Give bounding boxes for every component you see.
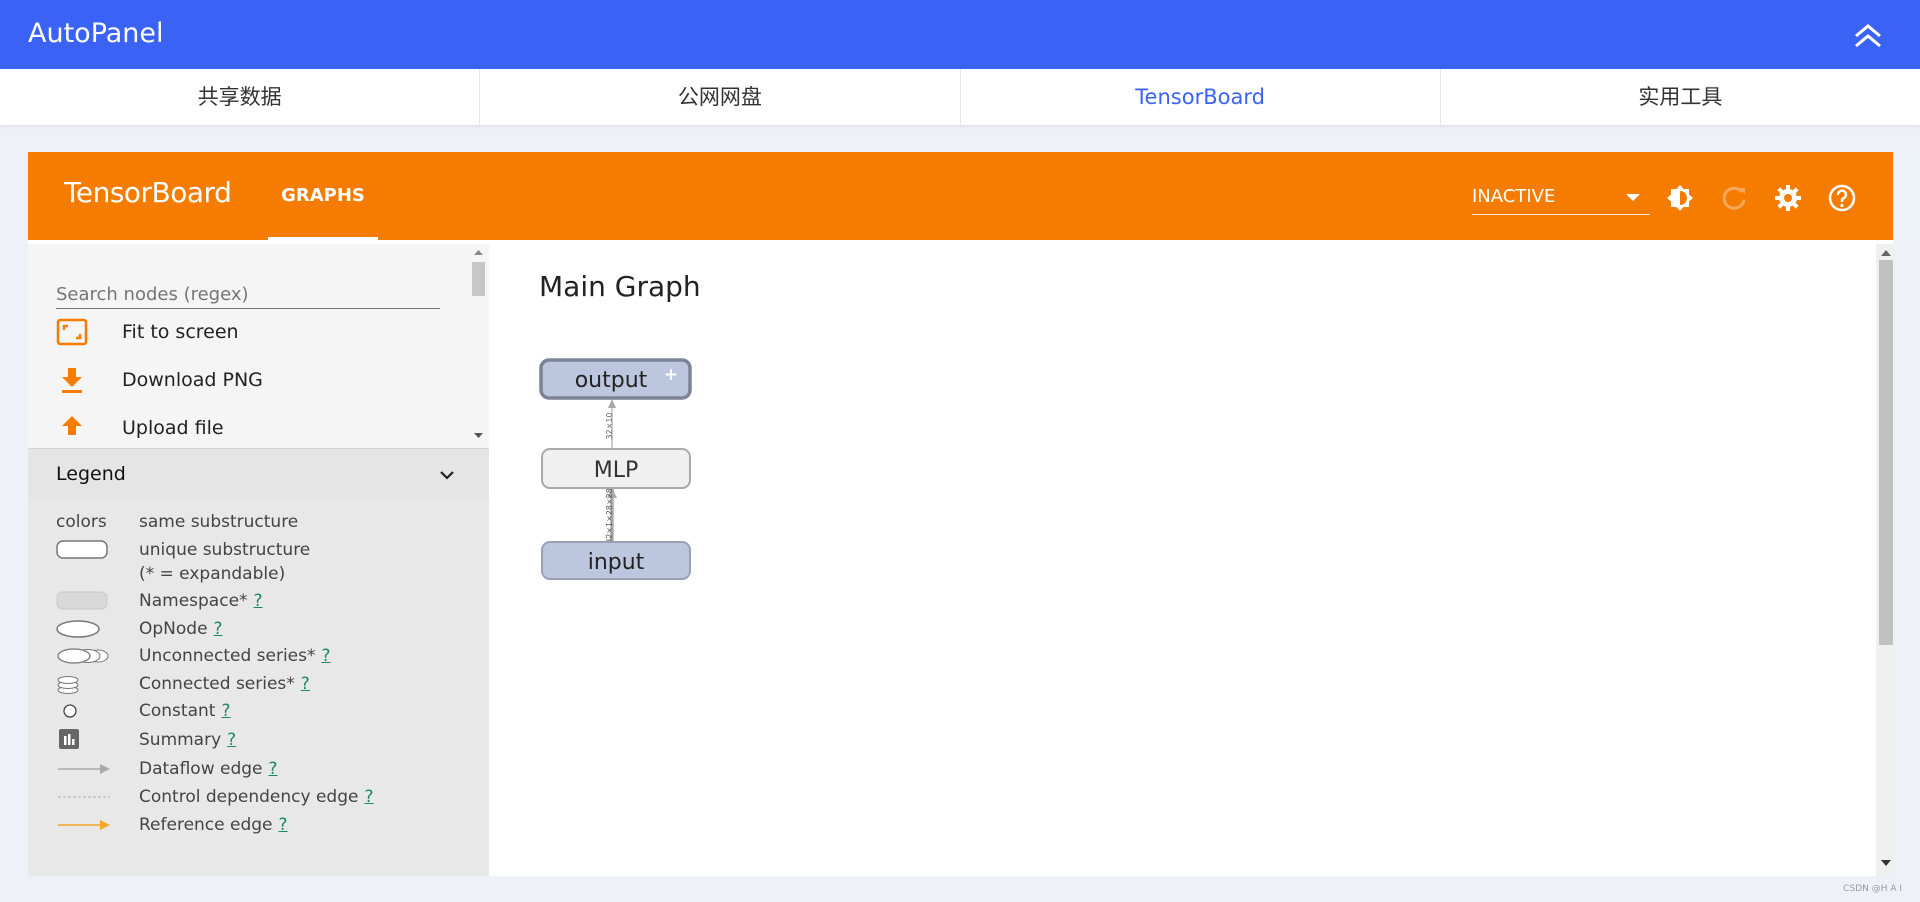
active-tab-indicator bbox=[268, 237, 378, 240]
reload-icon[interactable] bbox=[1718, 182, 1750, 214]
upload-file-button[interactable]: Upload file bbox=[56, 410, 224, 446]
help-icon[interactable] bbox=[1826, 182, 1858, 214]
fit-to-screen-button[interactable]: Fit to screen bbox=[56, 314, 239, 350]
run-dropdown[interactable]: INACTIVE bbox=[1472, 182, 1650, 215]
tab-tools[interactable]: 实用工具 bbox=[1441, 69, 1920, 125]
legend-label: (* = expandable) bbox=[139, 564, 286, 584]
chevron-down-icon bbox=[1626, 194, 1640, 201]
legend-label: Summary bbox=[139, 730, 222, 750]
tensorboard-toolbar: TensorBoard GRAPHS INACTIVE bbox=[28, 152, 1893, 240]
help-link[interactable]: ? bbox=[214, 619, 223, 639]
download-png-button[interactable]: Download PNG bbox=[56, 362, 263, 398]
help-link[interactable]: ? bbox=[364, 787, 373, 807]
run-dropdown-value: INACTIVE bbox=[1472, 186, 1556, 207]
edge-label-input-mlp: 32×1×28×28 bbox=[605, 488, 614, 544]
chevron-down-icon bbox=[440, 471, 454, 480]
edge-label-mlp-output: 32×10 bbox=[605, 412, 614, 439]
legend-title: Legend bbox=[56, 463, 126, 485]
reference-edge-symbol bbox=[58, 820, 110, 830]
scroll-up-icon[interactable] bbox=[468, 246, 489, 258]
legend-label: Connected series* bbox=[139, 674, 295, 694]
graph-sidebar: Fit to screen Download PNG Upload file bbox=[28, 244, 489, 876]
edge-arrowhead bbox=[608, 399, 616, 408]
scroll-down-icon[interactable] bbox=[1876, 856, 1896, 870]
node-label: MLP bbox=[594, 458, 639, 483]
brightness-icon[interactable] bbox=[1664, 182, 1696, 214]
tensorboard-frame: TensorBoard GRAPHS INACTIVE Search nodes… bbox=[28, 152, 1893, 876]
graph-svg[interactable]: 32×10 32×1×28×28 output + MLP input bbox=[489, 244, 1893, 876]
help-link[interactable]: ? bbox=[254, 591, 263, 611]
legend-header[interactable]: Legend bbox=[28, 448, 489, 501]
namespace-symbol bbox=[56, 591, 108, 610]
top-tabs: 共享数据 公网网盘 TensorBoard 实用工具 bbox=[0, 69, 1920, 125]
legend-body: colors same substructure unique substruc… bbox=[28, 500, 489, 876]
scroll-down-icon[interactable] bbox=[468, 430, 489, 442]
legend-colors-label: colors bbox=[56, 512, 107, 532]
nav-graphs-tab[interactable]: GRAPHS bbox=[268, 152, 378, 240]
fit-to-screen-icon bbox=[56, 316, 88, 348]
help-link[interactable]: ? bbox=[227, 730, 236, 750]
upload-icon bbox=[56, 412, 88, 444]
control-dependency-edge-symbol bbox=[58, 796, 110, 798]
app-title: AutoPanel bbox=[28, 18, 164, 49]
summary-icon bbox=[59, 729, 79, 749]
opnode-symbol bbox=[56, 620, 100, 638]
legend-colors-value: same substructure bbox=[139, 512, 299, 532]
help-link[interactable]: ? bbox=[321, 646, 330, 666]
legend-label: unique substructure bbox=[139, 540, 311, 560]
search-nodes-input[interactable] bbox=[56, 280, 440, 309]
fit-to-screen-label: Fit to screen bbox=[122, 321, 239, 343]
download-icon bbox=[56, 364, 88, 396]
legend-label: OpNode bbox=[139, 619, 208, 639]
legend-label: Unconnected series* bbox=[139, 646, 316, 666]
nav-graphs-label: GRAPHS bbox=[281, 185, 365, 206]
graph-canvas[interactable]: Main Graph 32×10 32×1×28×28 output + MLP bbox=[489, 244, 1893, 876]
sidebar-scroll-thumb[interactable] bbox=[472, 262, 485, 296]
unique-substructure-symbol bbox=[56, 540, 108, 559]
expand-icon[interactable]: + bbox=[664, 365, 678, 385]
tab-shared-data[interactable]: 共享数据 bbox=[0, 69, 481, 125]
collapse-icon[interactable] bbox=[1848, 14, 1888, 54]
node-label: output bbox=[575, 368, 648, 393]
scroll-up-icon[interactable] bbox=[1876, 246, 1896, 260]
help-link[interactable]: ? bbox=[301, 674, 310, 694]
tab-tensorboard[interactable]: TensorBoard bbox=[961, 69, 1441, 125]
legend-label: Control dependency edge bbox=[139, 787, 359, 807]
legend-label: Constant bbox=[139, 701, 216, 721]
help-link[interactable]: ? bbox=[269, 759, 278, 779]
download-png-label: Download PNG bbox=[122, 369, 263, 391]
help-link[interactable]: ? bbox=[279, 815, 288, 835]
unconnected-series-symbol bbox=[57, 648, 109, 664]
legend-label: Namespace* bbox=[139, 591, 248, 611]
legend-label: Dataflow edge bbox=[139, 759, 263, 779]
graph-scroll-thumb[interactable] bbox=[1879, 260, 1893, 645]
sidebar-controls: Fit to screen Download PNG Upload file bbox=[28, 244, 489, 448]
settings-icon[interactable] bbox=[1772, 182, 1804, 214]
sidebar-scrollbar[interactable] bbox=[468, 244, 489, 448]
connected-series-symbol bbox=[57, 676, 79, 694]
node-label: input bbox=[588, 550, 645, 575]
watermark: CSDN @H A I bbox=[1843, 884, 1902, 894]
dataflow-edge-symbol bbox=[58, 764, 110, 774]
node-output[interactable]: output + bbox=[539, 358, 692, 400]
tensorboard-brand: TensorBoard bbox=[64, 176, 232, 209]
legend-label: Reference edge bbox=[139, 815, 273, 835]
app-header: AutoPanel bbox=[0, 0, 1920, 69]
tab-public-drive[interactable]: 公网网盘 bbox=[480, 69, 961, 125]
node-input[interactable]: input bbox=[541, 541, 691, 580]
help-link[interactable]: ? bbox=[221, 701, 230, 721]
upload-file-label: Upload file bbox=[122, 417, 224, 439]
constant-symbol bbox=[63, 704, 77, 718]
node-mlp[interactable]: MLP bbox=[541, 448, 691, 489]
graph-scrollbar[interactable] bbox=[1876, 244, 1896, 876]
